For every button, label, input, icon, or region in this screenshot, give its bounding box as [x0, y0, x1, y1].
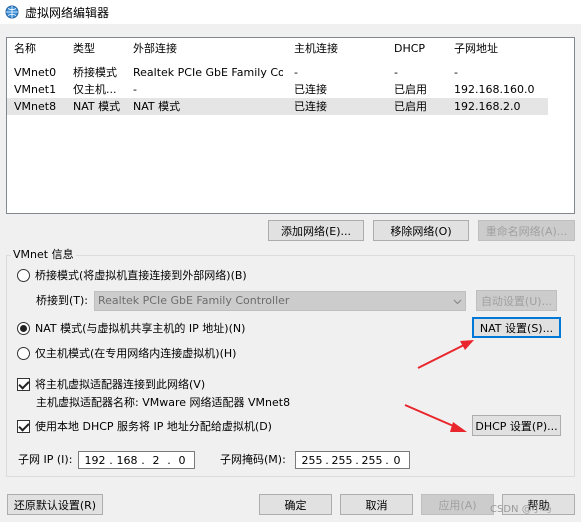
host-only-mode-option[interactable]: 仅主机模式(在专用网络内连接虚拟机)(H) [17, 345, 236, 361]
dhcp-settings-button[interactable]: DHCP 设置(P)... [472, 415, 561, 436]
bridge-to-value: Realtek PCIe GbE Family Controller [98, 294, 290, 307]
bridge-mode-label: 桥接模式(将虚拟机直接连接到外部网络)(B) [35, 269, 247, 282]
bridge-to-label: 桥接到(T): [36, 294, 89, 307]
connect-adapter-checkbox[interactable] [17, 377, 30, 391]
cell-external: Realtek PCIe GbE Family Co... [133, 66, 283, 79]
window-title: 虚拟网络编辑器 [25, 5, 110, 20]
bridge-mode-option[interactable]: 桥接模式(将虚拟机直接连接到外部网络)(B) [17, 267, 247, 283]
nat-mode-option[interactable]: NAT 模式(与虚拟机共享主机的 IP 地址)(N) [17, 320, 245, 336]
subnet-ip-octet: 168 [116, 453, 138, 467]
apply-button[interactable]: 应用(A) [421, 494, 494, 515]
connect-adapter-option[interactable]: 将主机虚拟适配器连接到此网络(V) [17, 376, 205, 392]
column-header-type[interactable]: 类型 [73, 38, 131, 60]
dhcp-label: 使用本地 DHCP 服务将 IP 地址分配给虚拟机(D) [35, 420, 272, 433]
title-bar: 虚拟网络编辑器 [0, 0, 581, 24]
cell-subnet: - [454, 66, 458, 79]
cell-name: VMnet1 [14, 83, 57, 96]
table-row[interactable]: VMnet1 仅主机... - 已连接 已启用 192.168.160.0 [7, 81, 548, 98]
nat-mode-label: NAT 模式(与虚拟机共享主机的 IP 地址)(N) [35, 322, 246, 335]
column-header-host-connection[interactable]: 主机连接 [294, 38, 392, 60]
column-header-external[interactable]: 外部连接 [133, 38, 283, 60]
cell-name: VMnet0 [14, 66, 57, 79]
vmnet-info-label: VMnet 信息 [11, 248, 76, 262]
cell-dhcp: 已启用 [394, 83, 427, 96]
cell-external: - [133, 83, 137, 96]
subnet-mask-input[interactable]: 255. 255. 255. 0 [295, 451, 410, 469]
cell-type: NAT 模式 [73, 100, 121, 113]
cell-host-connection: - [294, 66, 298, 79]
bridge-to-select[interactable]: Realtek PCIe GbE Family Controller [94, 291, 466, 311]
vmnet-info-group [6, 255, 575, 477]
restore-defaults-button[interactable]: 还原默认设置(R) [7, 494, 103, 515]
network-list[interactable]: 名称 类型 外部连接 主机连接 DHCP 子网地址 VMnet0 桥接模式 Re… [6, 37, 575, 214]
network-globe-icon [5, 5, 19, 19]
table-row[interactable]: VMnet0 桥接模式 Realtek PCIe GbE Family Co..… [7, 64, 548, 81]
cell-subnet: 192.168.2.0 [454, 100, 521, 113]
network-list-header: 名称 类型 外部连接 主机连接 DHCP 子网地址 [7, 38, 574, 60]
subnet-mask-octet: 255 [361, 453, 383, 467]
subnet-mask-octet: 255 [301, 453, 323, 467]
table-row[interactable]: VMnet8 NAT 模式 NAT 模式 已连接 已启用 192.168.2.0 [7, 98, 548, 115]
column-header-subnet[interactable]: 子网地址 [454, 38, 549, 60]
bridge-mode-radio[interactable] [17, 268, 30, 282]
ok-button[interactable]: 确定 [259, 494, 332, 515]
connect-adapter-label: 将主机虚拟适配器连接到此网络(V) [35, 378, 206, 391]
column-header-name[interactable]: 名称 [14, 38, 72, 60]
cell-host-connection: 已连接 [294, 100, 327, 113]
host-only-mode-label: 仅主机模式(在专用网络内连接虚拟机)(H) [35, 347, 237, 360]
subnet-ip-octet: 192 [84, 453, 106, 467]
dhcp-option[interactable]: 使用本地 DHCP 服务将 IP 地址分配给虚拟机(D) [17, 418, 272, 434]
column-header-dhcp[interactable]: DHCP [394, 38, 452, 60]
remove-network-button[interactable]: 移除网络(O) [373, 220, 469, 241]
cell-name: VMnet8 [14, 100, 57, 113]
host-only-mode-radio[interactable] [17, 346, 30, 360]
chevron-down-icon [453, 299, 462, 305]
subnet-ip-input[interactable]: 192. 168. 2. 0 [78, 451, 195, 469]
nat-mode-radio[interactable] [17, 321, 30, 335]
subnet-ip-octet: 0 [178, 453, 186, 467]
nat-settings-button[interactable]: NAT 设置(S)... [472, 317, 561, 338]
watermark: CSDN @小马 [490, 504, 552, 515]
cell-dhcp: 已启用 [394, 100, 427, 113]
subnet-mask-label: 子网掩码(M): [220, 453, 286, 466]
cell-type: 桥接模式 [73, 66, 117, 79]
cell-subnet: 192.168.160.0 [454, 83, 535, 96]
dhcp-checkbox[interactable] [17, 419, 30, 433]
cell-dhcp: - [394, 66, 398, 79]
subnet-mask-octet: 255 [331, 453, 353, 467]
adapter-name-text: 主机虚拟适配器名称: VMware 网络适配器 VMnet8 [36, 396, 291, 409]
add-network-button[interactable]: 添加网络(E)... [268, 220, 364, 241]
subnet-mask-octet: 0 [393, 453, 401, 467]
cell-external: NAT 模式 [133, 100, 181, 113]
subnet-ip-label: 子网 IP (I): [18, 453, 73, 466]
cancel-button[interactable]: 取消 [340, 494, 413, 515]
cell-host-connection: 已连接 [294, 83, 327, 96]
auto-settings-button[interactable]: 自动设置(U)... [476, 290, 557, 311]
subnet-ip-octet: 2 [152, 453, 160, 467]
rename-network-button[interactable]: 重命名网络(A)... [478, 220, 575, 241]
cell-type: 仅主机... [73, 83, 117, 96]
